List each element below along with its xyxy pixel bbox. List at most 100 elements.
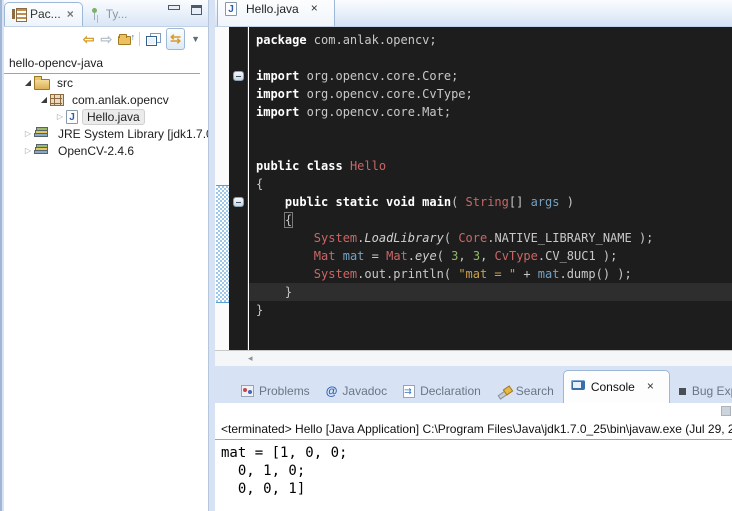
code-token: System: [314, 231, 357, 245]
code-line[interactable]: [249, 139, 732, 157]
close-icon[interactable]: ×: [640, 375, 662, 398]
view-tab-pac[interactable]: Pac... ×: [4, 2, 83, 26]
minimize-view-button[interactable]: [168, 5, 179, 15]
project-tree: hello-opencv-java ◢src◢com.anlak.opencv▷…: [4, 50, 208, 159]
code-token: 3: [473, 249, 480, 263]
code-editor[interactable]: package com.anlak.opencv; import org.open…: [215, 27, 732, 350]
code-line[interactable]: import org.opencv.core.Core;: [249, 67, 732, 85]
editor-tab-hello-java[interactable]: J Hello.java ×: [217, 0, 335, 26]
up-navigation-icon[interactable]: ↑: [118, 33, 133, 45]
left-tabbar: Pac... × Ty...: [4, 0, 208, 27]
fold-collapse-icon[interactable]: [233, 71, 244, 81]
code-token: Hello: [350, 159, 386, 173]
code-token: "mat = ": [458, 267, 516, 281]
code-line[interactable]: [249, 121, 732, 139]
code-token: []: [509, 195, 531, 209]
view-menu-icon[interactable]: ▼: [191, 32, 200, 46]
tree-item-label: JRE System Library [jdk1.7.0: [54, 126, 208, 142]
code-line[interactable]: public class Hello: [249, 157, 732, 175]
tree-item-label: OpenCV-2.4.6: [54, 143, 138, 159]
code-line[interactable]: System.LoadLibrary( Core.NATIVE_LIBRARY_…: [249, 229, 732, 247]
code-line[interactable]: }: [249, 283, 732, 301]
code-token: .out.println(: [357, 267, 458, 281]
code-line[interactable]: import org.opencv.core.CvType;: [249, 85, 732, 103]
code-line[interactable]: public static void main( String[] args ): [249, 193, 732, 211]
bottom-tab-label: Bug Explorer: [692, 384, 732, 398]
console-output[interactable]: mat = [1, 0, 0; 0, 1, 0; 0, 0, 1]: [215, 440, 732, 498]
tree-item-hello-java[interactable]: ▷JHello.java: [4, 108, 208, 125]
javadoc-icon: @: [326, 384, 338, 398]
tree-expanded-arrow-icon[interactable]: ◢: [38, 95, 50, 104]
code-line[interactable]: Mat mat = Mat.eye( 3, 3, CvType.CV_8UC1 …: [249, 247, 732, 265]
declaration-icon: [403, 385, 415, 398]
code-token: System: [314, 267, 357, 281]
tree-item-com-anlak-opencv[interactable]: ◢ com.anlak.opencv: [4, 91, 208, 108]
bottom-tab-declaration[interactable]: Declaration: [396, 380, 488, 403]
forward-arrow-icon[interactable]: ⇨: [100, 32, 112, 46]
code-line[interactable]: {: [249, 175, 732, 193]
code-token: {: [285, 213, 292, 227]
tree-item-project[interactable]: hello-opencv-java: [4, 54, 200, 74]
code-token: CvType: [495, 249, 538, 263]
editor-tabbar: J Hello.java ×: [215, 0, 732, 27]
code-line[interactable]: }: [249, 301, 732, 319]
type-hierarchy-icon: [90, 8, 102, 21]
search-icon: [497, 385, 511, 398]
code-token: .: [408, 249, 415, 263]
tree-item-jre-system-library-jdk1-7-0[interactable]: ▷ JRE System Library [jdk1.7.0: [4, 125, 208, 142]
code-token: args: [531, 195, 560, 209]
tree-collapsed-arrow-icon[interactable]: ▷: [22, 129, 34, 138]
code-token: [343, 159, 350, 173]
tree-item-src[interactable]: ◢ src: [4, 74, 208, 91]
bottom-tab-search[interactable]: Search: [490, 380, 561, 403]
tree-collapsed-arrow-icon[interactable]: ▷: [54, 112, 66, 121]
range-indicator: [216, 185, 229, 303]
tree-collapsed-arrow-icon[interactable]: ▷: [22, 146, 34, 155]
console-panel: Problems@Javadoc Declaration Search Console…: [215, 378, 732, 511]
code-token: ,: [480, 249, 494, 263]
scroll-left-icon[interactable]: ◂: [248, 353, 253, 364]
code-line[interactable]: {: [249, 211, 732, 229]
console-toolbar-button[interactable]: [721, 406, 731, 416]
code-line[interactable]: System.out.println( "mat = " + mat.dump(…: [249, 265, 732, 283]
code-line[interactable]: package com.anlak.opencv;: [249, 31, 732, 49]
code-token: LoadLibrary: [364, 231, 443, 245]
tree-expanded-arrow-icon[interactable]: ◢: [22, 78, 34, 87]
code-token: [256, 249, 314, 263]
code-text[interactable]: package com.anlak.opencv; import org.open…: [249, 27, 732, 350]
tree-item-opencv-2-4-6[interactable]: ▷ OpenCV-2.4.6: [4, 142, 208, 159]
bottom-tab-problems[interactable]: Problems: [233, 380, 317, 403]
tree-item-label: src: [53, 75, 77, 91]
bottom-tab-label: Console: [591, 380, 635, 394]
editor-panel: J Hello.java × package com.anlak.opencv;…: [215, 0, 732, 366]
bottom-tab-label: Search: [516, 384, 554, 398]
problems-icon: [240, 385, 254, 397]
editor-horizontal-scrollbar[interactable]: ◂: [215, 350, 732, 366]
back-arrow-icon[interactable]: ⇦: [83, 32, 95, 46]
package-folder-icon: [34, 77, 49, 88]
code-token: }: [256, 303, 263, 317]
link-with-editor-toggle[interactable]: ⇆: [166, 28, 185, 50]
tree-item-label: com.anlak.opencv: [68, 92, 173, 108]
close-icon[interactable]: ×: [67, 7, 74, 21]
code-line[interactable]: [249, 49, 732, 67]
fold-collapse-icon[interactable]: [233, 197, 244, 207]
code-token: org.opencv.core.Mat;: [299, 105, 451, 119]
view-tab-ty[interactable]: Ty...: [83, 3, 136, 26]
bottom-tab-console[interactable]: Console ×: [563, 370, 670, 403]
bottom-tab-javadoc[interactable]: @Javadoc: [319, 380, 394, 403]
collapse-all-icon[interactable]: [146, 33, 160, 45]
close-icon[interactable]: ×: [304, 0, 326, 20]
bottom-tab-bug-explorer[interactable]: Bug Explorer: [672, 380, 732, 403]
code-token: .CV_8UC1 );: [538, 249, 617, 263]
code-token: String: [466, 195, 509, 209]
maximize-view-button[interactable]: [191, 5, 202, 15]
code-token: +: [516, 267, 538, 281]
code-line[interactable]: import org.opencv.core.Mat;: [249, 103, 732, 121]
code-token: eye: [415, 249, 437, 263]
bottom-tab-label: Declaration: [420, 384, 481, 398]
code-token: [256, 267, 314, 281]
package-explorer-icon: [12, 8, 26, 20]
console-icon: [571, 380, 586, 393]
view-tab-label: Pac...: [30, 7, 61, 21]
